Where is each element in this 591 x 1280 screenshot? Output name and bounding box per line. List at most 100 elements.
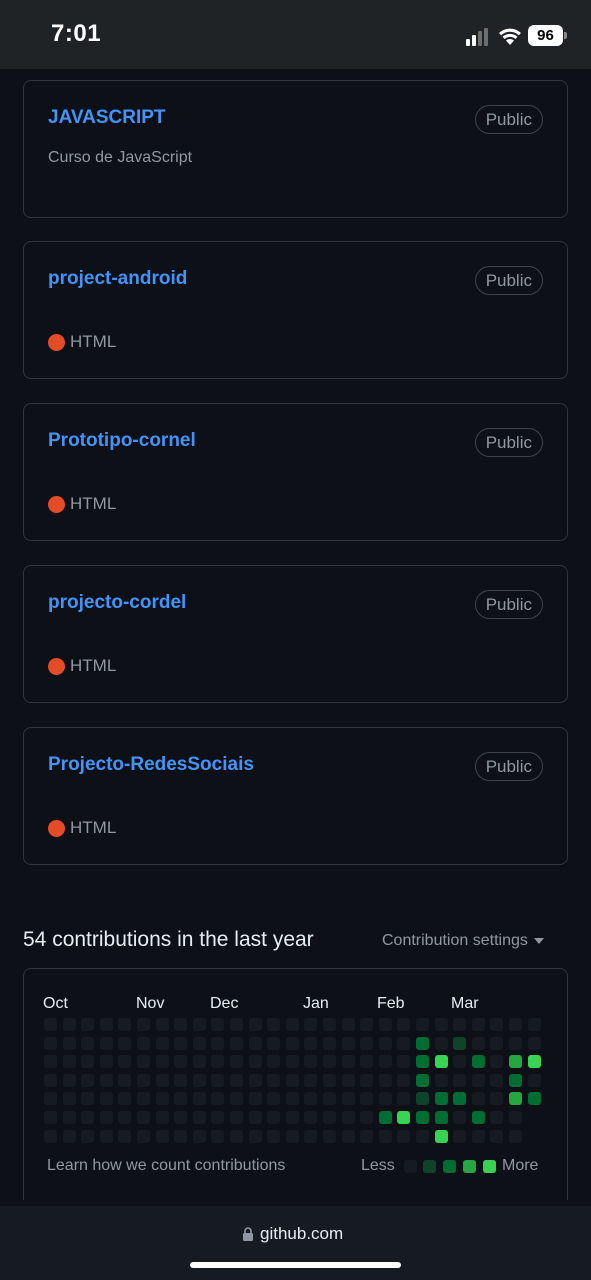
- contribution-day-cell[interactable]: [360, 1129, 374, 1143]
- contribution-day-cell[interactable]: [323, 1129, 336, 1143]
- contribution-day-cell[interactable]: [490, 1111, 504, 1124]
- contribution-day-cell[interactable]: [360, 1092, 374, 1106]
- contribution-day-cell[interactable]: [509, 1036, 522, 1050]
- contribution-day-cell[interactable]: [453, 1036, 467, 1050]
- contribution-day-cell[interactable]: [267, 1129, 281, 1143]
- contribution-day-cell[interactable]: [416, 1055, 429, 1069]
- contribution-day-cell[interactable]: [509, 1018, 522, 1031]
- contribution-day-cell[interactable]: [453, 1092, 467, 1106]
- contribution-day-cell[interactable]: [81, 1036, 95, 1050]
- contribution-day-cell[interactable]: [62, 1111, 76, 1124]
- contribution-day-cell[interactable]: [137, 1129, 150, 1143]
- contribution-day-cell[interactable]: [192, 1018, 206, 1031]
- contribution-day-cell[interactable]: [155, 1018, 169, 1031]
- contribution-day-cell[interactable]: [471, 1055, 485, 1069]
- contribution-day-cell[interactable]: [378, 1111, 392, 1124]
- contribution-day-cell[interactable]: [192, 1073, 206, 1087]
- contribution-day-cell[interactable]: [341, 1092, 355, 1106]
- contribution-day-cell[interactable]: [174, 1055, 188, 1069]
- contribution-day-cell[interactable]: [323, 1036, 336, 1050]
- contribution-day-cell[interactable]: [81, 1092, 95, 1106]
- contribution-day-cell[interactable]: [360, 1036, 374, 1050]
- contribution-day-cell[interactable]: [211, 1018, 225, 1031]
- contribution-day-cell[interactable]: [267, 1073, 281, 1087]
- contribution-day-cell[interactable]: [360, 1055, 374, 1069]
- contribution-day-cell[interactable]: [211, 1129, 225, 1143]
- url-text[interactable]: github.com: [260, 1224, 343, 1244]
- contribution-day-cell[interactable]: [118, 1129, 132, 1143]
- contribution-day-cell[interactable]: [155, 1036, 169, 1050]
- contribution-day-cell[interactable]: [192, 1111, 206, 1124]
- contribution-day-cell[interactable]: [378, 1129, 392, 1143]
- contribution-day-cell[interactable]: [118, 1073, 132, 1087]
- contribution-day-cell[interactable]: [471, 1129, 485, 1143]
- contribution-day-cell[interactable]: [453, 1055, 467, 1069]
- contribution-day-cell[interactable]: [285, 1055, 299, 1069]
- contribution-day-cell[interactable]: [434, 1111, 448, 1124]
- contribution-day-cell[interactable]: [230, 1036, 243, 1050]
- contribution-day-cell[interactable]: [323, 1055, 336, 1069]
- contribution-day-cell[interactable]: [155, 1111, 169, 1124]
- contribution-day-cell[interactable]: [285, 1111, 299, 1124]
- contribution-day-cell[interactable]: [378, 1018, 392, 1031]
- contribution-day-cell[interactable]: [323, 1111, 336, 1124]
- contribution-day-cell[interactable]: [360, 1018, 374, 1031]
- contribution-day-cell[interactable]: [192, 1129, 206, 1143]
- contribution-day-cell[interactable]: [62, 1073, 76, 1087]
- contribution-day-cell[interactable]: [397, 1111, 411, 1124]
- contribution-day-cell[interactable]: [397, 1129, 411, 1143]
- contribution-day-cell[interactable]: [509, 1073, 522, 1087]
- contribution-day-cell[interactable]: [211, 1036, 225, 1050]
- contribution-day-cell[interactable]: [416, 1073, 429, 1087]
- repo-name-link[interactable]: JAVASCRIPT: [48, 107, 166, 129]
- contribution-day-cell[interactable]: [81, 1111, 95, 1124]
- contribution-day-cell[interactable]: [304, 1055, 318, 1069]
- contribution-day-cell[interactable]: [99, 1018, 113, 1031]
- contribution-day-cell[interactable]: [471, 1111, 485, 1124]
- repo-card[interactable]: projecto-cordel Public HTML: [23, 565, 568, 703]
- contribution-day-cell[interactable]: [397, 1073, 411, 1087]
- contribution-day-cell[interactable]: [509, 1111, 522, 1124]
- contribution-day-cell[interactable]: [81, 1018, 95, 1031]
- learn-contributions-link[interactable]: Learn how we count contributions: [47, 1157, 285, 1175]
- contribution-day-cell[interactable]: [304, 1111, 318, 1124]
- repo-name-link[interactable]: Projecto-RedesSociais: [48, 754, 254, 776]
- repo-name-link[interactable]: project-android: [48, 268, 187, 290]
- contribution-settings-button[interactable]: Contribution settings: [382, 932, 544, 950]
- contribution-day-cell[interactable]: [99, 1055, 113, 1069]
- contribution-day-cell[interactable]: [416, 1018, 429, 1031]
- contribution-day-cell[interactable]: [248, 1092, 262, 1106]
- contribution-day-cell[interactable]: [230, 1073, 243, 1087]
- contribution-day-cell[interactable]: [248, 1111, 262, 1124]
- contribution-day-cell[interactable]: [416, 1092, 429, 1106]
- contribution-day-cell[interactable]: [360, 1073, 374, 1087]
- contribution-day-cell[interactable]: [118, 1055, 132, 1069]
- contribution-day-cell[interactable]: [527, 1018, 541, 1031]
- contribution-day-cell[interactable]: [230, 1092, 243, 1106]
- contribution-day-cell[interactable]: [304, 1073, 318, 1087]
- repo-card[interactable]: Prototipo-cornel Public HTML: [23, 403, 568, 541]
- contribution-day-cell[interactable]: [99, 1111, 113, 1124]
- contribution-day-cell[interactable]: [490, 1129, 504, 1143]
- contribution-day-cell[interactable]: [137, 1111, 150, 1124]
- contribution-day-cell[interactable]: [44, 1055, 57, 1069]
- contribution-day-cell[interactable]: [44, 1018, 57, 1031]
- contribution-day-cell[interactable]: [211, 1111, 225, 1124]
- contribution-day-cell[interactable]: [434, 1129, 448, 1143]
- contribution-day-cell[interactable]: [490, 1055, 504, 1069]
- contribution-day-cell[interactable]: [230, 1018, 243, 1031]
- contribution-day-cell[interactable]: [285, 1129, 299, 1143]
- contribution-day-cell[interactable]: [285, 1073, 299, 1087]
- contribution-day-cell[interactable]: [44, 1092, 57, 1106]
- contribution-day-cell[interactable]: [341, 1111, 355, 1124]
- contribution-day-cell[interactable]: [44, 1036, 57, 1050]
- contribution-day-cell[interactable]: [192, 1092, 206, 1106]
- contribution-day-cell[interactable]: [44, 1073, 57, 1087]
- contribution-day-cell[interactable]: [44, 1129, 57, 1143]
- contribution-day-cell[interactable]: [248, 1055, 262, 1069]
- contribution-day-cell[interactable]: [434, 1036, 448, 1050]
- contribution-day-cell[interactable]: [453, 1073, 467, 1087]
- contribution-day-cell[interactable]: [174, 1111, 188, 1124]
- contribution-day-cell[interactable]: [81, 1073, 95, 1087]
- contribution-day-cell[interactable]: [62, 1092, 76, 1106]
